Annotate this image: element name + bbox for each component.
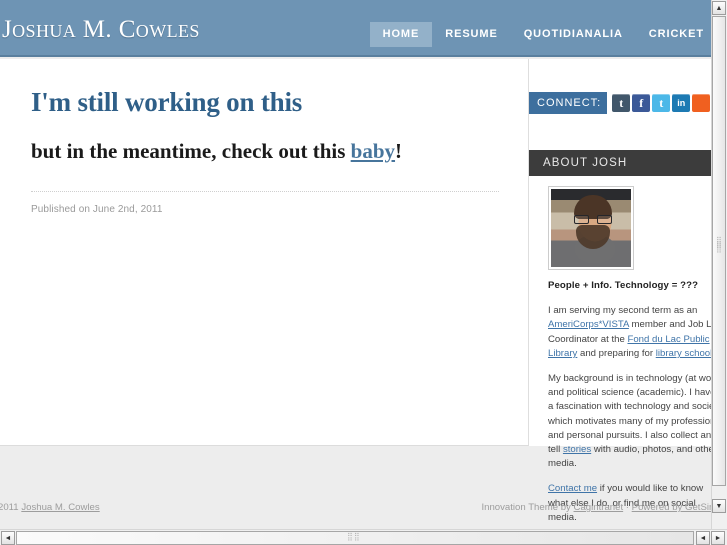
americorps-vista-link[interactable]: AmeriCorps*VISTA [548,319,629,330]
post-title: I'm still working on this [31,87,303,117]
nav-item-home[interactable]: HOME [369,22,433,47]
contact-me-link[interactable]: Contact me [548,483,597,494]
getsimple-link[interactable]: Powered by GetSim [632,502,711,513]
social-icon-list: t f t in [612,94,711,112]
browser-viewport: Joshua M. Cowles HOME RESUME QUOTIDIANAL… [0,0,727,545]
cagintranet-link[interactable]: Cagintranet [574,502,624,513]
horizontal-scroll-grip: ⣿⣿ [347,532,361,541]
post-published-date: Published on June 2nd, 2011 [31,204,163,215]
scroll-right-button[interactable]: ► [711,531,725,545]
about-paragraph-2: My background is in technology (at work)… [548,372,711,471]
horizontal-scrollbar[interactable]: ◄ ⣿⣿ ◄ ► [0,529,727,545]
scroll-up-button[interactable]: ▲ [712,1,726,15]
rss-icon[interactable] [692,94,711,112]
web-page: Joshua M. Cowles HOME RESUME QUOTIDIANAL… [0,0,711,529]
about-section-body: People + Info. Technology = ??? I am ser… [548,186,711,525]
post-divider [31,191,499,192]
nav-item-resume[interactable]: RESUME [432,22,510,47]
about-heading: People + Info. Technology = ??? [548,280,699,291]
site-title: Joshua M. Cowles [2,16,200,43]
horizontal-scrollbar-thumb[interactable]: ⣿⣿ [16,531,694,545]
vertical-scroll-grip: ⣿ ⣿ ⣿ [716,236,723,253]
tumblr-icon[interactable]: t [612,94,631,112]
about-p1-text-c: and preparing for [577,347,656,359]
theme-credit-text: Innovation Theme by [481,502,574,513]
scroll-left-button-2[interactable]: ◄ [696,531,710,545]
about-p1-text-a: I am serving my second term as an [548,305,698,317]
facebook-icon[interactable]: f [632,94,651,112]
footer-copyright: 2011 Joshua M. Cowles [0,502,100,513]
credit-separator: · [623,502,632,513]
stories-link[interactable]: stories [563,444,591,455]
glasses-icon [574,215,612,224]
about-section-header: ABOUT JOSH [529,150,711,176]
footer-author-link[interactable]: Joshua M. Cowles [21,502,99,513]
vertical-scrollbar[interactable]: ▲ ⣿ ⣿ ⣿ ▼ [711,0,727,529]
about-p2-text-a: My background is in technology (at work)… [548,373,711,456]
about-paragraph-1: I am serving my second term as an AmeriC… [548,304,711,361]
site-header: Joshua M. Cowles HOME RESUME QUOTIDIANAL… [0,0,711,57]
site-footer: 2011 Joshua M. Cowles Innovation Theme b… [0,500,711,518]
connect-label: CONNECT: [529,92,608,114]
baby-link[interactable]: baby [351,139,395,163]
nav-item-quotidianalia[interactable]: QUOTIDIANALIA [511,22,636,47]
post-content-area: I'm still working on this but in the mea… [0,59,529,446]
post-subtitle-text-before: but in the meantime, check out this [31,139,351,163]
vertical-scrollbar-thumb[interactable]: ⣿ ⣿ ⣿ [712,16,726,486]
post-subtitle-text-after: ! [395,139,403,163]
avatar [548,186,634,270]
main-navigation: HOME RESUME QUOTIDIANALIA CRICKET [369,22,711,47]
scroll-down-button[interactable]: ▼ [712,499,726,513]
sidebar: CONNECT: t f t in ABOUT JOSH People + In… [529,59,711,523]
nav-item-cricket[interactable]: CRICKET [636,22,711,47]
footer-credits: Innovation Theme by Cagintranet · Powere… [481,502,711,513]
scroll-left-button[interactable]: ◄ [1,531,15,545]
library-school-link[interactable]: library school [656,348,711,359]
post-subtitle: but in the meantime, check out this baby… [31,139,402,164]
twitter-icon[interactable]: t [652,94,671,112]
connect-row: CONNECT: t f t in [529,92,711,114]
linkedin-icon[interactable]: in [672,94,691,112]
copyright-year: 2011 [0,502,19,513]
